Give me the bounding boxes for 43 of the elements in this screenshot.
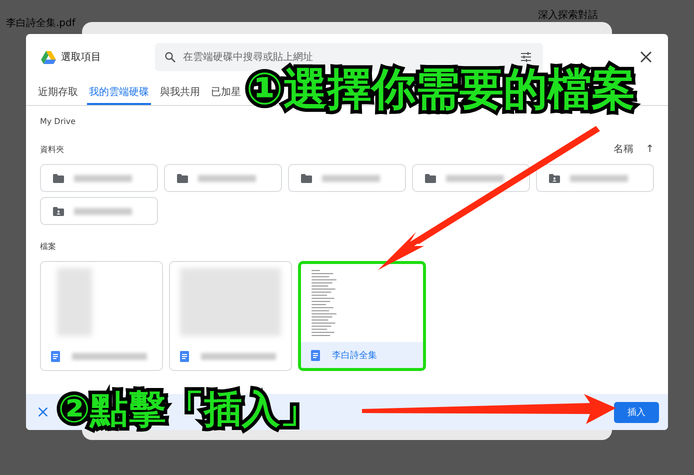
shared-folder-icon <box>53 206 64 216</box>
folder-card[interactable] <box>288 164 406 192</box>
breadcrumb[interactable]: My Drive <box>40 116 76 126</box>
folder-icon <box>301 174 312 182</box>
folder-card[interactable] <box>40 164 158 192</box>
background-text: 深入探索對話 <box>538 8 598 22</box>
close-icon[interactable] <box>640 51 652 63</box>
blurred-name <box>74 174 132 182</box>
folder-card[interactable] <box>412 164 530 192</box>
section-heading: 檔案 <box>40 240 56 252</box>
blurred-name <box>446 174 504 182</box>
folder-icon <box>177 174 188 182</box>
background-text: 李白詩全集.pdf <box>6 16 76 30</box>
filter-icon[interactable] <box>520 51 532 63</box>
blurred-name <box>322 174 380 182</box>
annotation-text: ②點擊「插入」 <box>58 386 318 433</box>
folder-icon <box>425 174 436 182</box>
blurred-preview <box>57 268 92 336</box>
file-card[interactable]: 李白詩全集 <box>298 261 426 371</box>
insert-button[interactable]: 插入 <box>614 402 659 422</box>
folder-card[interactable] <box>40 197 158 225</box>
tab[interactable]: 與我共用 <box>158 80 202 105</box>
sort-button[interactable]: 名稱 <box>614 142 634 156</box>
folder-icon <box>53 174 64 182</box>
document-preview-drawing <box>311 270 338 336</box>
blurred-name <box>74 208 132 214</box>
document-icon <box>311 350 320 360</box>
drive-logo-icon <box>41 50 56 64</box>
document-icon <box>180 350 189 362</box>
tab[interactable]: 已加星 <box>209 80 243 105</box>
folder-card[interactable] <box>536 164 654 192</box>
dialog-title: 選取項目 <box>61 51 102 64</box>
file-name: 李白詩全集 <box>332 350 377 362</box>
search-icon <box>164 51 176 63</box>
folder-card[interactable] <box>164 164 282 192</box>
blurred-name <box>570 174 628 182</box>
shared-folder-icon <box>549 174 560 182</box>
document-icon <box>51 350 60 362</box>
blurred-name <box>198 174 256 182</box>
tab[interactable]: 近期存取 <box>36 80 80 105</box>
tab[interactable]: 我的雲端硬碟 <box>87 80 151 105</box>
sort-arrow-icon[interactable]: ↑ <box>646 144 654 154</box>
section-heading: 資料夾 <box>40 144 64 154</box>
